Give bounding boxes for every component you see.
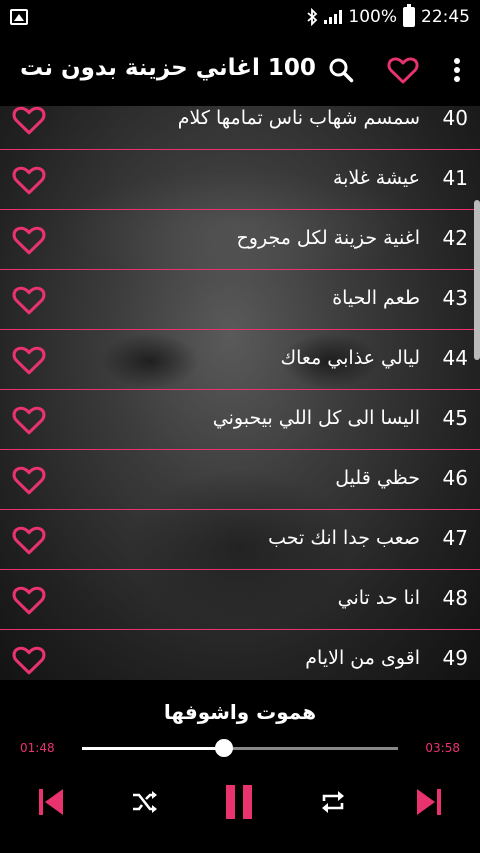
next-button[interactable] — [407, 780, 451, 824]
favorite-heart-icon[interactable] — [12, 283, 46, 317]
song-title: عيشة غلابة — [333, 167, 420, 189]
song-list-items: سمسم شهاب ناس تمامها كلام 40 عيشة غلابة … — [0, 106, 480, 680]
current-time: 01:48 — [20, 741, 55, 755]
song-row[interactable]: اغنية حزينة لكل مجروح 42 — [0, 210, 480, 270]
favorite-heart-icon[interactable] — [12, 223, 46, 257]
now-playing-title: هموت واشوفها — [163, 700, 317, 724]
seek-bar[interactable] — [82, 739, 398, 757]
repeat-icon — [322, 791, 344, 813]
song-title: حظي قليل — [335, 467, 420, 489]
song-title: سمسم شهاب ناس تمامها كلام — [177, 107, 420, 129]
overflow-menu-button[interactable] — [434, 34, 480, 106]
song-row[interactable]: ليالي عذابي معاك 44 — [0, 330, 480, 390]
status-indicators: 100% 22:45 — [306, 4, 470, 27]
song-row[interactable]: حظي قليل 46 — [0, 450, 480, 510]
favorite-heart-icon[interactable] — [12, 163, 46, 197]
song-row[interactable]: عيشة غلابة 41 — [0, 150, 480, 210]
favorite-heart-icon[interactable] — [12, 523, 46, 557]
battery-percent: 100% — [348, 7, 397, 27]
song-list[interactable]: سمسم شهاب ناس تمامها كلام 40 عيشة غلابة … — [0, 106, 480, 680]
playback-controls — [0, 780, 480, 824]
bluetooth-icon — [307, 8, 318, 26]
favorite-heart-icon[interactable] — [12, 643, 46, 677]
favorites-button[interactable] — [372, 34, 434, 106]
song-row[interactable]: اليسا الى كل اللي بيحبوني 45 — [0, 390, 480, 450]
song-number: 43 — [442, 286, 468, 310]
favorite-heart-icon[interactable] — [12, 343, 46, 377]
song-title: انا حد تاني — [337, 587, 420, 609]
song-row[interactable]: سمسم شهاب ناس تمامها كلام 40 — [0, 106, 480, 150]
song-row[interactable]: انا حد تاني 48 — [0, 570, 480, 630]
shuffle-button[interactable] — [123, 780, 167, 824]
song-number: 41 — [442, 166, 468, 190]
favorite-heart-icon[interactable] — [12, 583, 46, 617]
song-row[interactable]: اقوى من الايام 49 — [0, 630, 480, 680]
scrollbar-thumb[interactable] — [474, 200, 480, 360]
song-number: 47 — [442, 526, 468, 550]
seek-thumb[interactable] — [215, 739, 234, 757]
heart-outline-icon — [387, 57, 419, 84]
song-number: 48 — [442, 586, 468, 610]
skip-next-icon — [417, 789, 441, 815]
battery-icon — [403, 4, 415, 27]
media-player: هموت واشوفها 01:48 03:58 — [0, 680, 480, 853]
search-button[interactable] — [310, 34, 372, 106]
skip-previous-icon — [39, 789, 63, 815]
app-bar: 100 اغاني حزينة بدون نت — [0, 34, 480, 106]
song-title: اقوى من الايام — [305, 647, 420, 669]
song-title: طعم الحياة — [332, 287, 420, 309]
song-title: اغنية حزينة لكل مجروح — [236, 227, 420, 249]
song-number: 49 — [442, 646, 468, 670]
clock: 22:45 — [421, 7, 470, 27]
pause-button[interactable] — [217, 780, 261, 824]
gallery-notification-icon — [10, 9, 28, 25]
favorite-heart-icon[interactable] — [12, 403, 46, 437]
duration-time: 03:58 — [425, 741, 460, 755]
previous-button[interactable] — [29, 780, 73, 824]
app-actions — [310, 34, 480, 106]
song-number: 45 — [442, 406, 468, 430]
signal-icon — [324, 10, 343, 24]
song-number: 44 — [442, 346, 468, 370]
shuffle-icon — [133, 791, 157, 813]
pause-icon — [226, 785, 252, 819]
favorite-heart-icon[interactable] — [12, 463, 46, 497]
song-title: اليسا الى كل اللي بيحبوني — [212, 407, 420, 429]
song-number: 42 — [442, 226, 468, 250]
song-row[interactable]: طعم الحياة 43 — [0, 270, 480, 330]
more-vertical-icon — [454, 58, 460, 82]
app-title: 100 اغاني حزينة بدون نت — [20, 55, 316, 81]
repeat-button[interactable] — [311, 780, 355, 824]
search-icon — [329, 58, 354, 83]
song-row[interactable]: صعب جدا انك تحب 47 — [0, 510, 480, 570]
song-title: ليالي عذابي معاك — [280, 347, 420, 369]
song-title: صعب جدا انك تحب — [268, 527, 420, 549]
song-number: 40 — [442, 106, 468, 130]
favorite-heart-icon[interactable] — [12, 106, 46, 137]
seek-progress — [82, 747, 225, 750]
song-number: 46 — [442, 466, 468, 490]
status-bar: 100% 22:45 — [0, 0, 480, 34]
